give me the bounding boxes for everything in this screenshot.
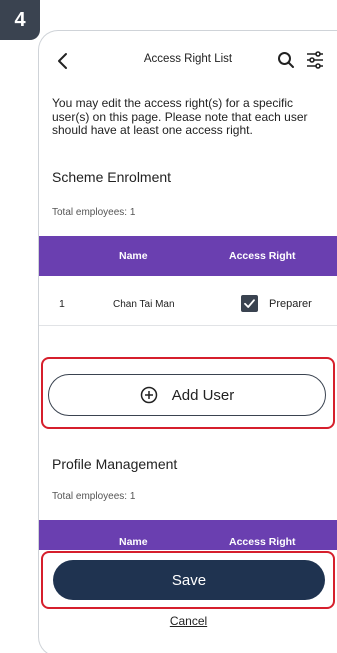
sliders-icon[interactable] bbox=[305, 50, 325, 70]
column-access-right: Access Right bbox=[229, 250, 296, 262]
column-name: Name bbox=[119, 250, 148, 262]
table-row: 1 Chan Tai Man Preparer bbox=[39, 282, 337, 326]
intro-text: You may edit the access right(s) for a s… bbox=[52, 96, 308, 137]
access-right-role: Preparer bbox=[269, 298, 312, 310]
search-icon[interactable] bbox=[277, 51, 295, 69]
preparer-checkbox[interactable] bbox=[241, 295, 258, 312]
add-user-highlight bbox=[41, 357, 335, 429]
section-title-profile-management: Profile Management bbox=[52, 456, 178, 472]
page: 4 Access Right List You may edit the acc… bbox=[0, 0, 337, 653]
column-name: Name bbox=[119, 536, 148, 548]
step-badge: 4 bbox=[0, 0, 40, 40]
checkmark-icon bbox=[244, 299, 255, 308]
total-employees: Total employees: 1 bbox=[52, 491, 136, 502]
header: Access Right List bbox=[39, 31, 337, 87]
table-header: Name Access Right bbox=[39, 520, 337, 550]
employee-name: Chan Tai Man bbox=[113, 299, 175, 310]
save-highlight bbox=[41, 551, 335, 609]
table-header: Name Access Right bbox=[39, 236, 337, 276]
column-access-right: Access Right bbox=[229, 536, 296, 548]
section-title-scheme-enrolment: Scheme Enrolment bbox=[52, 169, 172, 185]
total-employees: Total employees: 1 bbox=[52, 207, 136, 218]
cancel-link[interactable]: Cancel bbox=[20, 614, 337, 628]
row-index: 1 bbox=[59, 298, 65, 310]
